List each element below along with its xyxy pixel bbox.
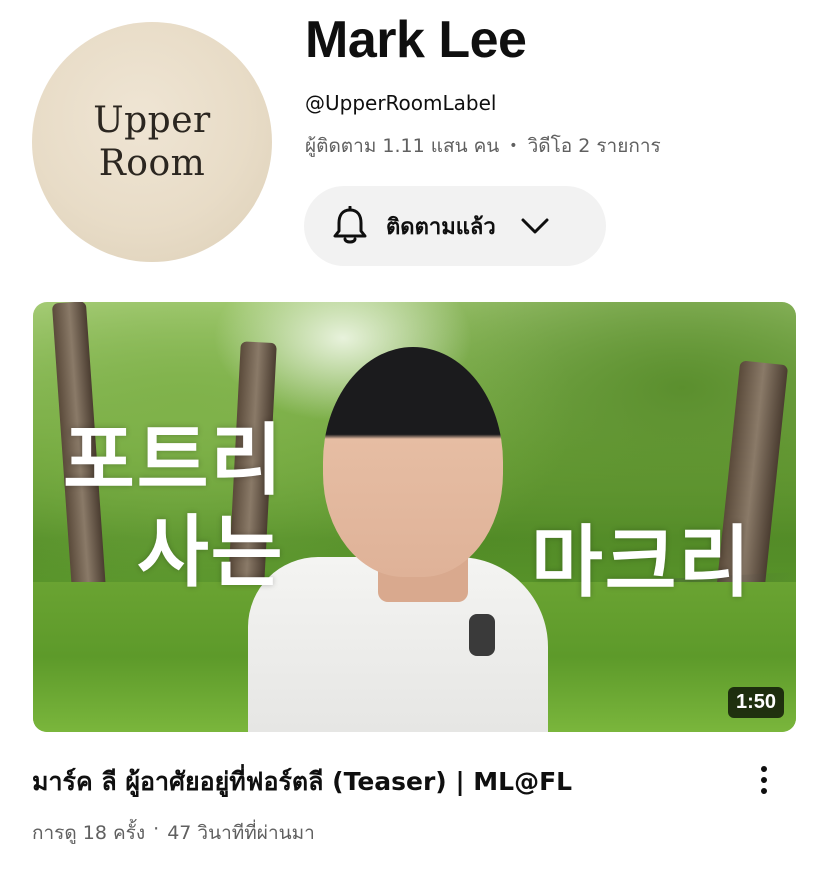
bell-icon	[330, 206, 370, 246]
subscribed-button-label: ติดตามแล้ว	[386, 214, 496, 240]
subscribed-button[interactable]: ติดตามแล้ว	[304, 186, 606, 266]
channel-avatar[interactable]: Upper Room	[32, 22, 272, 262]
video-duration: 1:50	[727, 687, 784, 718]
video-meta: การดู 18 ครั้ง · 47 วินาทีที่ผ่านมา	[32, 818, 315, 848]
channel-name: Mark Lee	[305, 11, 527, 69]
more-vertical-icon[interactable]	[748, 758, 780, 802]
meta-separator: ·	[153, 818, 160, 840]
chevron-down-icon	[518, 209, 552, 243]
video-title[interactable]: มาร์ค ลี ผู้อาศัยอยู่ที่ฟอร์ตลี (Teaser)…	[32, 762, 722, 802]
avatar-logo-line-2: Room	[98, 143, 206, 184]
meta-separator: •	[509, 138, 518, 154]
thumbnail-text-1: 포트리	[63, 416, 285, 506]
video-count[interactable]: วิดีโอ 2 รายการ	[528, 131, 661, 161]
more-dot	[761, 788, 767, 794]
microphone	[469, 614, 495, 656]
thumbnail-text-3: 마크리	[531, 518, 753, 608]
video-thumbnail[interactable]: 포트리 사는 마크리 1:50	[33, 302, 796, 732]
channel-handle: @UpperRoomLabel	[305, 91, 497, 115]
upload-age: 47 วินาทีที่ผ่านมา	[167, 822, 315, 844]
channel-meta: ผู้ติดตาม 1.11 แสน คน • วิดีโอ 2 รายการ	[305, 131, 661, 161]
thumbnail-text-2: 사는	[137, 508, 285, 598]
view-count: การดู 18 ครั้ง	[32, 822, 146, 844]
avatar-logo-line-1: Upper	[93, 99, 211, 141]
more-dot	[761, 777, 767, 783]
subscriber-count: ผู้ติดตาม 1.11 แสน คน	[305, 135, 500, 157]
person-head	[323, 347, 503, 577]
more-dot	[761, 766, 767, 772]
